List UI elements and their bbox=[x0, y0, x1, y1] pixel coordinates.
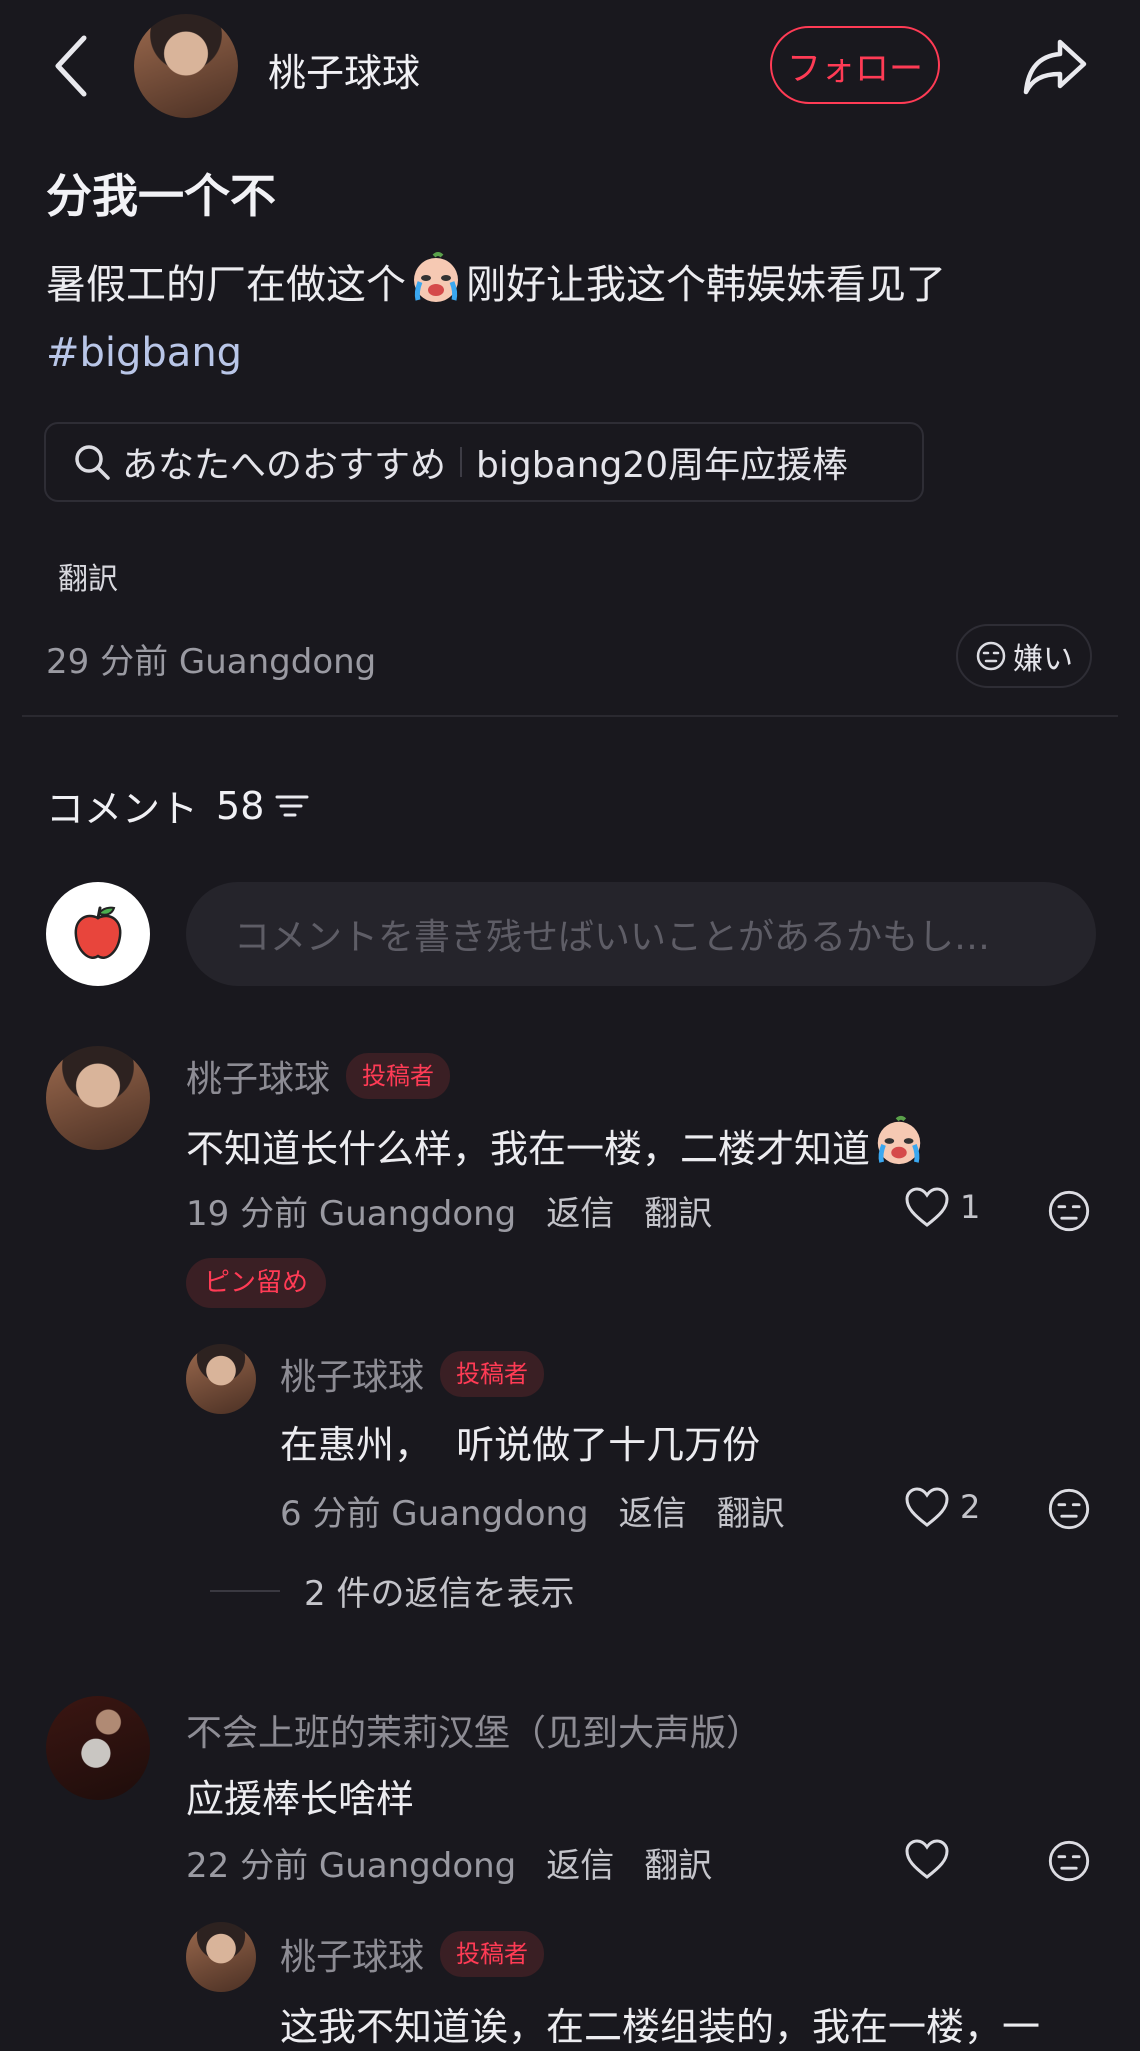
post-title: 分我一个不 bbox=[46, 169, 276, 223]
reply-avatar[interactable] bbox=[186, 1344, 256, 1414]
show-replies-line bbox=[210, 1589, 280, 1592]
author-avatar[interactable] bbox=[134, 14, 238, 118]
share-button[interactable] bbox=[1020, 34, 1090, 98]
follow-button-label: フォロー bbox=[787, 48, 923, 89]
crying-emoji-icon bbox=[872, 1114, 926, 1177]
dislike-label: 嫌い bbox=[1013, 642, 1073, 677]
recommended-search-bar[interactable]: あなたへのおすすめ bigbang20周年应援棒 bbox=[44, 422, 924, 502]
heart-icon bbox=[905, 1187, 949, 1227]
post-body-part1: 暑假工的厂在做这个 bbox=[46, 262, 406, 308]
search-term: bigbang20周年应援棒 bbox=[476, 445, 849, 486]
translate-post-button[interactable]: 翻訳 bbox=[58, 554, 118, 598]
reply-avatar[interactable] bbox=[186, 1922, 256, 1992]
sort-icon[interactable] bbox=[274, 791, 310, 821]
show-replies-label: 2 件の返信を表示 bbox=[304, 1574, 575, 1614]
dislike-button[interactable] bbox=[1046, 1486, 1092, 1532]
search-prefix: あなたへのおすすめ bbox=[122, 445, 447, 486]
comment-avatar[interactable] bbox=[46, 1696, 150, 1800]
comment-author[interactable]: 桃子球球 bbox=[186, 1050, 330, 1102]
translate-button[interactable]: 翻訳 bbox=[717, 1486, 785, 1535]
author-badge: 投稿者 bbox=[346, 1053, 451, 1099]
divider bbox=[22, 715, 1118, 717]
comment-input[interactable]: コメントを書き残せばいいことがあるかもし… bbox=[186, 882, 1096, 986]
reply-meta: 6 分前 Guangdong bbox=[280, 1494, 589, 1534]
heart-icon bbox=[905, 1839, 949, 1879]
pinned-badge: ピン留め bbox=[186, 1258, 327, 1308]
comment-meta: 19 分前 Guangdong bbox=[186, 1194, 517, 1234]
apple-icon bbox=[74, 906, 122, 959]
reply-meta-row: 6 分前 Guangdong 返信 翻訳 bbox=[280, 1486, 785, 1535]
comments-label: コメント bbox=[46, 787, 199, 831]
comment-avatar[interactable] bbox=[46, 1046, 150, 1150]
hashtag-link[interactable]: #bigbang bbox=[46, 330, 242, 376]
meh-face-icon bbox=[1048, 1190, 1090, 1232]
comment-input-placeholder: コメントを書き残せばいいことがあるかもし… bbox=[234, 917, 991, 958]
meh-face-icon bbox=[976, 641, 1006, 671]
comment-meta: 22 分前 Guangdong bbox=[186, 1846, 517, 1886]
dislike-button[interactable] bbox=[1046, 1838, 1092, 1884]
reply-author[interactable]: 桃子球球 bbox=[280, 1348, 424, 1400]
heart-icon bbox=[905, 1487, 949, 1527]
user-avatar[interactable] bbox=[46, 882, 150, 986]
post-meta: 29 分前 Guangdong bbox=[46, 642, 377, 682]
comment-meta-row: 19 分前 Guangdong 返信 翻訳 bbox=[186, 1186, 712, 1235]
translate-button[interactable]: 翻訳 bbox=[644, 1186, 712, 1235]
like-button[interactable]: 1 bbox=[904, 1186, 980, 1228]
reply-author-row: 桃子球球 投稿者 bbox=[280, 1928, 545, 1980]
post-body: 暑假工的厂在做这个 刚好让我这个韩娱妹看见了 bbox=[46, 250, 946, 321]
reply-author[interactable]: 桃子球球 bbox=[280, 1928, 424, 1980]
dislike-button[interactable] bbox=[1046, 1188, 1092, 1234]
chevron-left-icon bbox=[55, 35, 87, 97]
like-button[interactable]: 2 bbox=[904, 1486, 980, 1528]
reply-text: 在惠州， 听说做了十几万份 bbox=[280, 1423, 761, 1467]
show-replies-button[interactable]: 2 件の返信を表示 bbox=[210, 1566, 574, 1615]
like-count: 2 bbox=[960, 1488, 981, 1526]
meh-face-icon bbox=[1048, 1840, 1090, 1882]
reply-button[interactable]: 返信 bbox=[619, 1486, 687, 1535]
reply-author-row: 桃子球球 投稿者 bbox=[280, 1348, 545, 1400]
comments-header: コメント 58 bbox=[46, 778, 310, 833]
follow-button[interactable]: フォロー bbox=[770, 26, 940, 104]
author-username[interactable]: 桃子球球 bbox=[268, 42, 420, 97]
like-count: 1 bbox=[960, 1188, 981, 1226]
search-divider bbox=[460, 447, 463, 477]
crying-emoji-icon bbox=[408, 250, 464, 321]
post-body-part2: 刚好让我这个韩娱妹看见了 bbox=[466, 262, 946, 308]
like-button[interactable] bbox=[904, 1838, 950, 1880]
search-icon bbox=[75, 445, 110, 480]
reply-button[interactable]: 返信 bbox=[546, 1838, 614, 1887]
share-icon bbox=[1023, 39, 1087, 95]
dislike-post-button[interactable]: 嫌い bbox=[956, 624, 1092, 688]
comment-meta-row: 22 分前 Guangdong 返信 翻訳 bbox=[186, 1838, 712, 1887]
comment-author[interactable]: 不会上班的茉莉汉堡（见到大声版） bbox=[186, 1704, 762, 1756]
back-button[interactable] bbox=[48, 30, 96, 102]
comment-author-row: 桃子球球 投稿者 bbox=[186, 1050, 451, 1102]
meh-face-icon bbox=[1048, 1488, 1090, 1530]
comment-text: 应援棒长啥样 bbox=[186, 1777, 415, 1821]
reply-text: 这我不知道诶，在二楼组装的，我在一楼，一 bbox=[280, 2005, 1041, 2049]
comment-text-content: 不知道长什么样，我在一楼，二楼才知道 bbox=[186, 1127, 871, 1171]
author-badge: 投稿者 bbox=[440, 1931, 545, 1977]
translate-button[interactable]: 翻訳 bbox=[644, 1838, 712, 1887]
comment-text: 不知道长什么样，我在一楼，二楼才知道 bbox=[186, 1114, 926, 1177]
reply-button[interactable]: 返信 bbox=[546, 1186, 614, 1235]
author-badge: 投稿者 bbox=[440, 1351, 545, 1397]
comments-count: 58 bbox=[216, 783, 265, 828]
